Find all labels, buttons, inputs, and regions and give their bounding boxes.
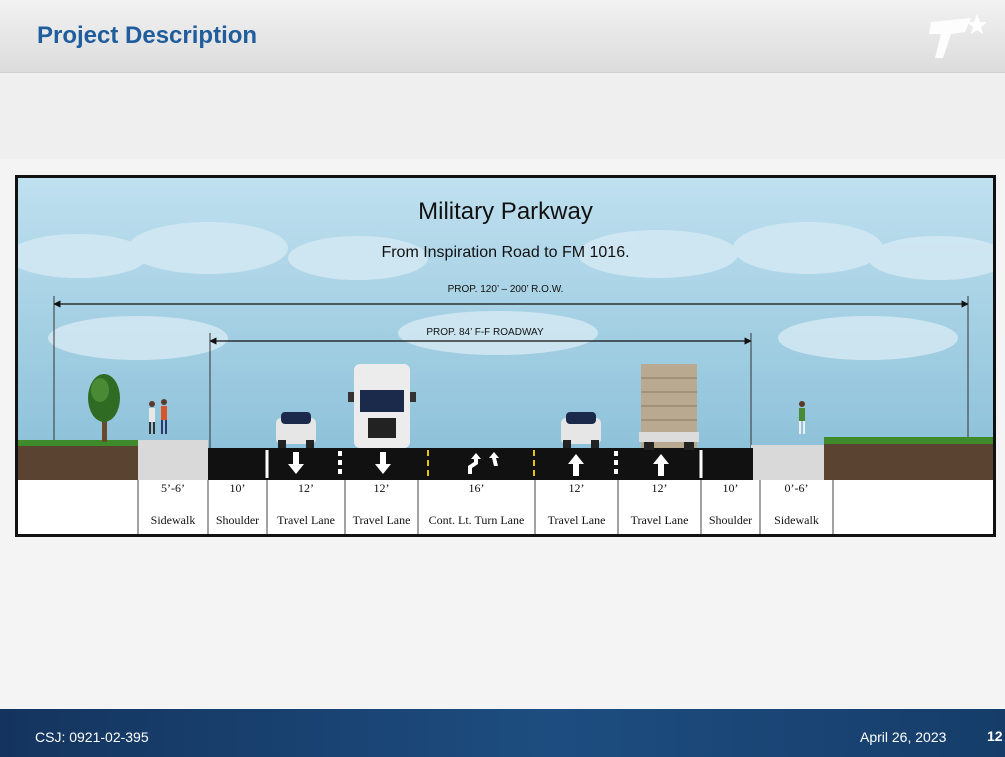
segment-name: Sidewalk (150, 513, 196, 527)
segment-name: Travel Lane (630, 513, 689, 527)
row-dimension-label: PROP. 120’ – 200’ R.O.W. (447, 284, 564, 295)
segment-width: 12’ (373, 481, 390, 495)
slide-footer: CSJ: 0921-02-395 April 26, 2023 12 (0, 709, 1005, 757)
typical-section-diagram: Military Parkway From Inspiration Road t… (15, 175, 996, 537)
grass-left (18, 440, 138, 446)
segment-width: 10’ (722, 481, 739, 495)
segment-width: 16’ (468, 481, 485, 495)
segment-width: 12’ (568, 481, 585, 495)
txdot-logo-icon (929, 14, 987, 58)
segment-name: Sidewalk (774, 513, 819, 527)
segment-name: Shoulder (708, 513, 753, 527)
slide-date: April 26, 2023 (860, 729, 947, 745)
soil-left (18, 446, 138, 480)
page-title: Project Description (37, 22, 258, 49)
segment-name: Cont. Lt. Turn Lane (428, 513, 525, 527)
slide-header: Project Description (0, 0, 1005, 73)
csj-number: CSJ: 0921-02-395 (35, 729, 149, 745)
segment-width: 0’-6’ (784, 481, 809, 495)
truck-front-icon (348, 364, 416, 448)
page-number: 12 (987, 728, 1003, 744)
grass-right (824, 437, 993, 444)
segment-width: 12’ (651, 481, 668, 495)
soil-right (824, 444, 993, 480)
segment-name: Travel Lane (547, 513, 606, 527)
roadway-dimension-label: PROP. 84’ F-F ROADWAY (426, 327, 544, 338)
segment-width: 5’-6’ (161, 481, 185, 495)
segment-width: 10’ (229, 481, 246, 495)
sidewalk-left (138, 440, 208, 480)
blank-band (0, 73, 1005, 159)
truck-rear-icon (639, 364, 699, 450)
diagram-title: Military Parkway (418, 198, 593, 225)
segment-name: Travel Lane (352, 513, 411, 527)
diagram-subtitle: From Inspiration Road to FM 1016. (381, 244, 630, 261)
segment-name: Travel Lane (277, 513, 335, 527)
car-left-icon (276, 412, 316, 448)
sidewalk-right (751, 445, 824, 480)
segment-width: 12’ (298, 481, 314, 495)
segment-name: Shoulder (215, 513, 260, 527)
car-right-icon (561, 412, 601, 448)
